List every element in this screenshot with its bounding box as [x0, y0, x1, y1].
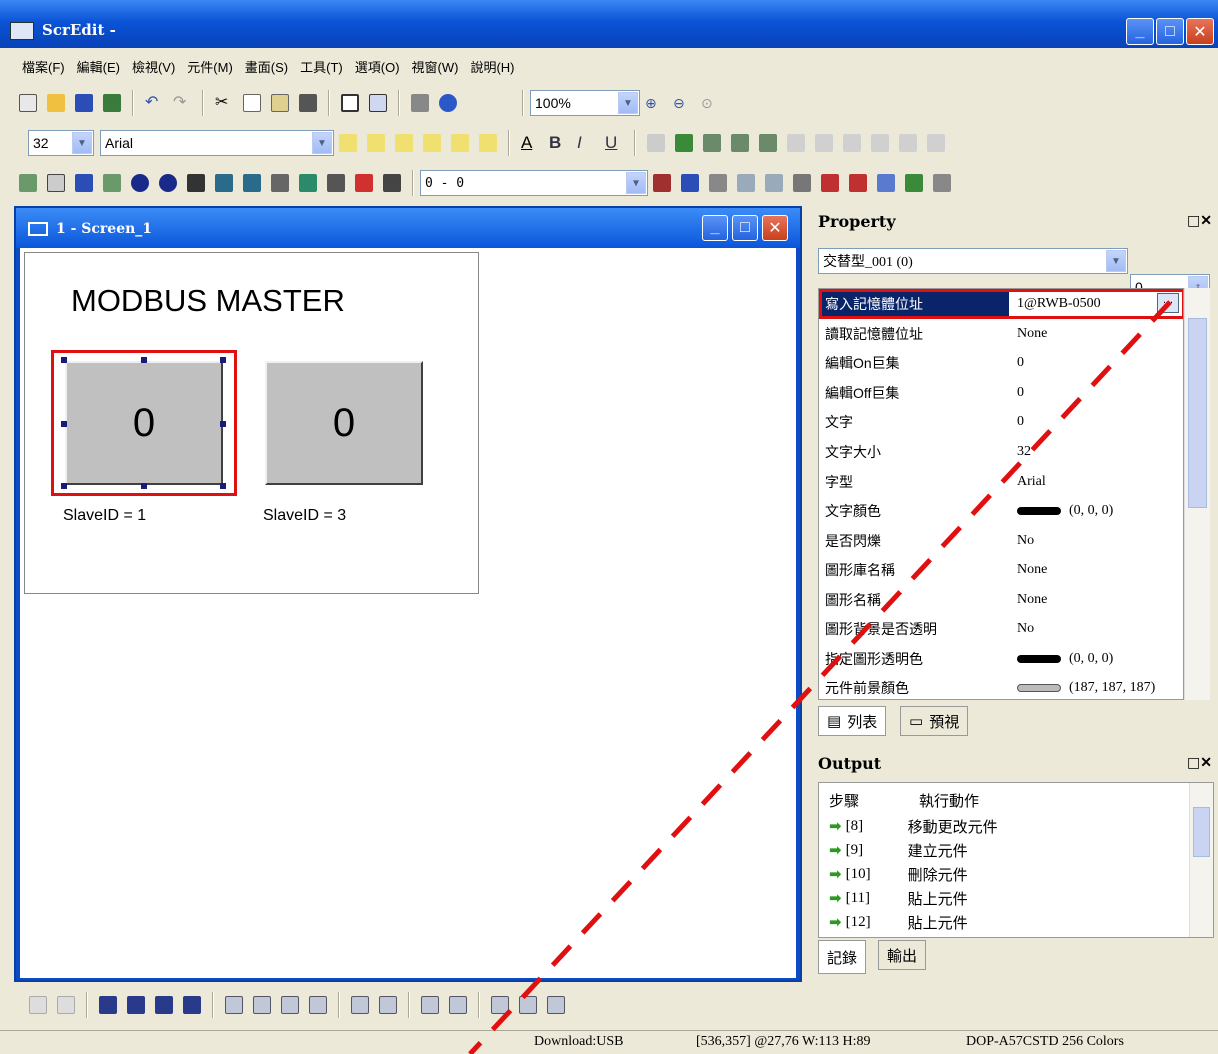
annotation-arrow-line	[468, 300, 1172, 1054]
